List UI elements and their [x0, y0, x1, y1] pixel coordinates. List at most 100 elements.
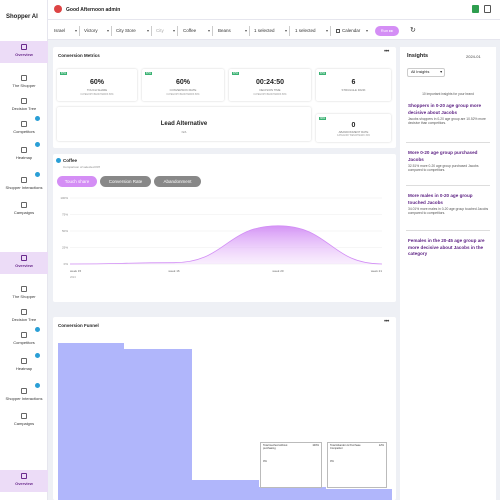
- sidebar-item-overview[interactable]: Overview: [0, 470, 48, 492]
- sidebar-item-label: Heatmap: [15, 155, 33, 160]
- insights-count: 10 important insights for your brand: [422, 92, 474, 96]
- sidebar-item-the-shopper[interactable]: The Shopper: [0, 72, 48, 92]
- sidebar-item-campaigns[interactable]: Campaigns: [0, 199, 48, 219]
- sidebar-item-the-shopper[interactable]: The Shopper: [0, 283, 48, 303]
- sidebar-item-heatmap[interactable]: Heatmap: [0, 353, 48, 375]
- filter-bar: Israel ▾ Victory ▾ City Store ▾ City ▾ Coffe…: [48, 20, 500, 40]
- filter-subcategory[interactable]: Beans ▾: [216, 26, 250, 36]
- run-button[interactable]: Run ▸▸: [375, 26, 399, 36]
- more-options-icon[interactable]: •••: [384, 49, 389, 55]
- sidebar-item-competitors[interactable]: Competitors: [0, 116, 48, 138]
- sidebar-item-label: Overview: [15, 52, 33, 57]
- filter-city[interactable]: City ▾: [154, 26, 178, 36]
- funnel-bar[interactable]: [124, 349, 192, 500]
- sidebar-item-label: The Shopper: [12, 294, 36, 299]
- insight-item[interactable]: More males in 0-20 age group touched Jac…: [408, 193, 490, 215]
- insights-title: Insights: [407, 53, 429, 59]
- metric-lead-alternative: Lead Alternative N/A: [57, 107, 311, 141]
- sidebar-item-label: Overview: [15, 263, 33, 268]
- insights-date: 2024-01: [466, 54, 481, 59]
- heatmap-icon: [21, 147, 27, 153]
- sidebar-item-overview[interactable]: Overview: [0, 252, 48, 274]
- insight-item[interactable]: More 0-20 age group purchased Jacobs 32.…: [408, 150, 490, 172]
- insight-item[interactable]: Females in the 20-45 age group are more …: [408, 238, 490, 258]
- chevron-down-icon: ▾: [284, 28, 287, 33]
- funnel-tooltip: Total touched without purchasing 100% 0%: [260, 442, 322, 488]
- check-badge-icon: [35, 383, 40, 388]
- sidebar-item-overview[interactable]: Overview: [0, 41, 48, 63]
- filter-retailer[interactable]: Victory ▾: [82, 26, 112, 36]
- metric-struggle-rank: 87% 6 STRUGGLE RANK: [316, 69, 391, 101]
- interactions-icon: [21, 388, 27, 394]
- tab-touch-share[interactable]: Touch share: [57, 176, 97, 187]
- shopper-icon: [21, 75, 27, 81]
- divider: [406, 185, 490, 186]
- calendar-picker[interactable]: Calendar ▾: [334, 26, 370, 36]
- decision-tree-icon: [21, 98, 27, 104]
- sidebar-item-shopper-interactions[interactable]: Shopper Interactions: [0, 383, 48, 405]
- sidebar-item-label: Decision Tree: [11, 106, 37, 111]
- funnel-tooltip: Total Abandon & Purchase Competitor 12% …: [327, 442, 387, 488]
- chevron-down-icon: ▾: [207, 28, 210, 33]
- chevron-down-icon: ▾: [365, 28, 368, 33]
- chevron-down-icon: ▾: [106, 28, 109, 33]
- competitors-icon: [21, 332, 27, 338]
- funnel-title: Conversion Funnel: [58, 323, 99, 328]
- pdf-export-icon[interactable]: [484, 5, 491, 13]
- overview-icon: [21, 44, 27, 50]
- sidebar-item-heatmap[interactable]: Heatmap: [0, 142, 48, 164]
- chevron-down-icon: ▾: [172, 28, 175, 33]
- sidebar-item-label: Competitors: [13, 129, 35, 134]
- sidebar-item-decision-tree[interactable]: Decision Tree: [0, 306, 48, 326]
- top-bar: Good Afternoon admin: [48, 0, 500, 20]
- sidebar: Shopper AI Overview The Shopper Decision T…: [0, 0, 48, 500]
- metric-touch-share: 87% 60% TOUCH SHARE CATEGORY BENCHMARK 8…: [57, 69, 137, 101]
- sidebar-item-label: Shopper Interactions: [5, 396, 43, 401]
- sidebar-item-label: Heatmap: [15, 366, 33, 371]
- sidebar-item-campaigns[interactable]: Campaigns: [0, 410, 48, 430]
- insight-item[interactable]: Shoppers in 0-20 age group more decisive…: [408, 103, 490, 125]
- card-title: Conversion Metrics: [58, 53, 100, 58]
- sidebar-item-label: Campaigns: [13, 210, 35, 215]
- greeting: Good Afternoon admin: [66, 7, 121, 13]
- funnel-bar[interactable]: [58, 343, 124, 500]
- chevron-down-icon: ▾: [74, 28, 77, 33]
- funnel-bar[interactable]: [326, 489, 392, 500]
- check-badge-icon: [35, 116, 40, 121]
- check-badge-icon: [35, 142, 40, 147]
- sidebar-item-label: Overview: [15, 481, 33, 486]
- funnel-bar[interactable]: [192, 480, 259, 500]
- chevron-down-icon: ▾: [146, 28, 149, 33]
- avatar[interactable]: [54, 5, 62, 13]
- shopper-icon: [21, 286, 27, 292]
- filter-store[interactable]: City Store ▾: [114, 26, 152, 36]
- filter-category[interactable]: Coffee ▾: [181, 26, 213, 36]
- metric-decision-time: 87% 00:24:50 DECISION TIME CATEGORY BENC…: [229, 69, 311, 101]
- filter-product[interactable]: 1 selected ▾: [293, 26, 331, 36]
- excel-export-icon[interactable]: [472, 5, 479, 13]
- coffee-subtitle: Comparison of selected KPI: [63, 165, 101, 169]
- check-badge-icon: [35, 172, 40, 177]
- sidebar-item-label: The Shopper: [12, 83, 36, 88]
- filter-country[interactable]: Israel ▾: [52, 26, 80, 36]
- filter-brand[interactable]: 1 selected ▾: [252, 26, 290, 36]
- funnel-bar[interactable]: [259, 487, 326, 500]
- more-options-icon[interactable]: •••: [384, 319, 389, 325]
- sidebar-item-decision-tree[interactable]: Decision Tree: [0, 95, 48, 115]
- overview-icon: [21, 255, 27, 261]
- tab-abandonment[interactable]: Abandonment: [154, 176, 201, 187]
- decision-tree-icon: [21, 309, 27, 315]
- brand-logo: Shopper AI: [6, 14, 38, 20]
- heatmap-icon: [21, 358, 27, 364]
- insights-filter-select[interactable]: All Insights ▾: [407, 68, 445, 77]
- chevron-down-icon: ▾: [244, 28, 247, 33]
- chevron-down-icon: ▾: [325, 28, 328, 33]
- insights-panel: Insights 2024-01 All Insights ▾ 10 import…: [400, 47, 496, 500]
- campaigns-icon: [21, 202, 27, 208]
- sidebar-item-competitors[interactable]: Competitors: [0, 327, 48, 349]
- divider: [406, 230, 490, 231]
- refresh-icon[interactable]: ↻: [410, 26, 416, 34]
- tab-conversion-rate[interactable]: Conversion Rate: [100, 176, 151, 187]
- sidebar-item-shopper-interactions[interactable]: Shopper Interactions: [0, 172, 48, 194]
- check-badge-icon: [35, 327, 40, 332]
